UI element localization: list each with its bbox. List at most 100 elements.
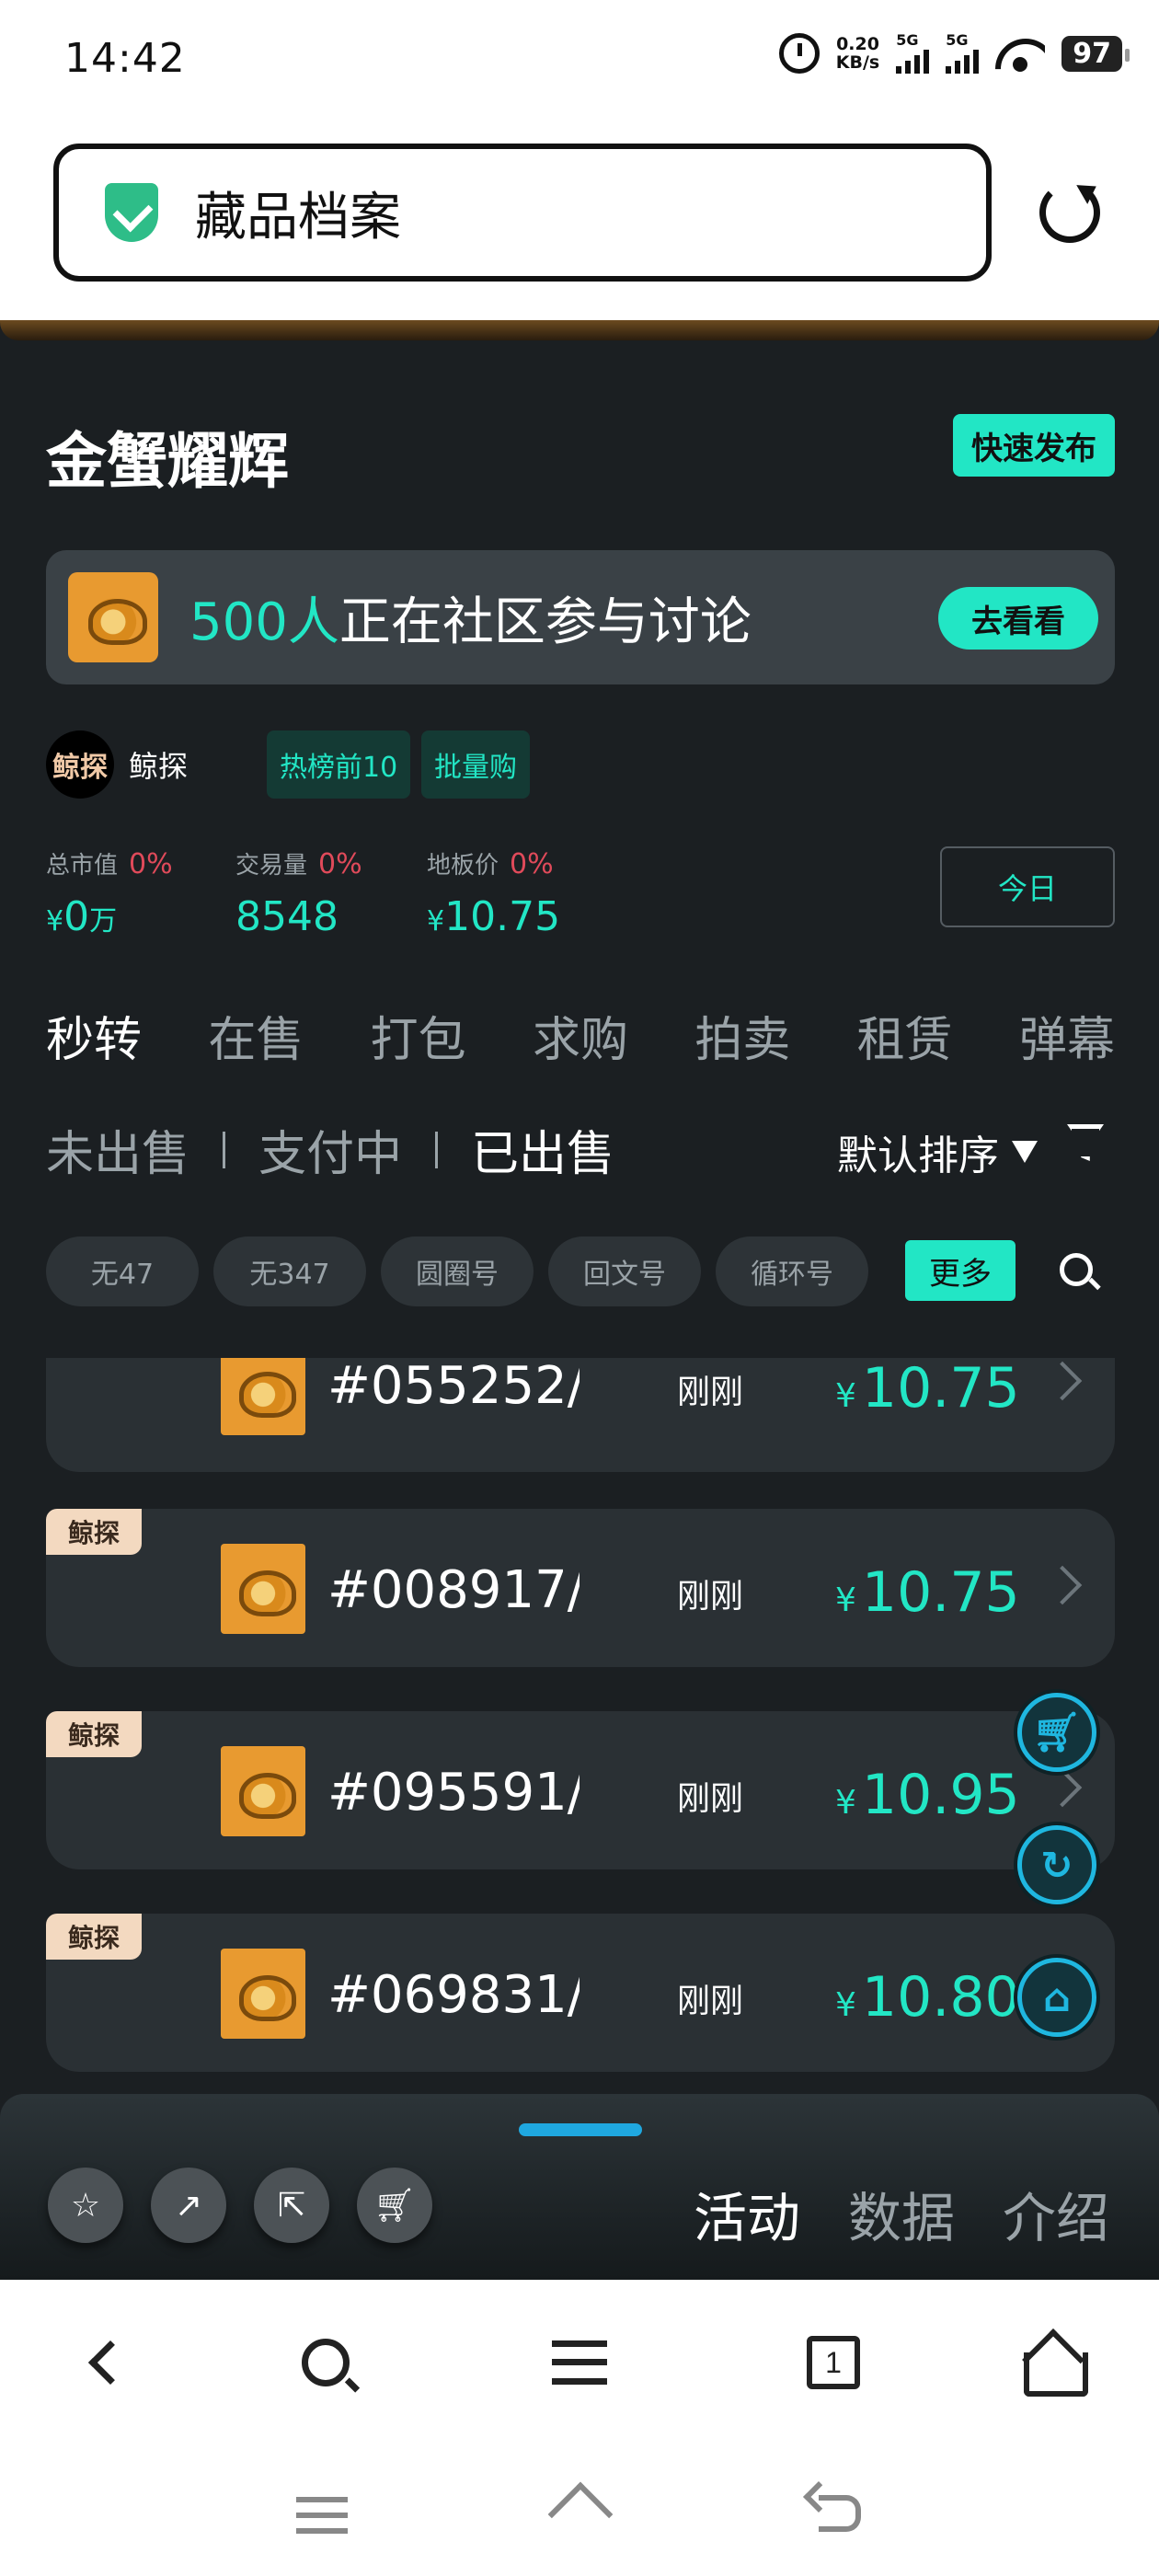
chevron-right-icon <box>1042 1565 1083 1605</box>
home-button[interactable] <box>1014 2326 1088 2399</box>
menu-button[interactable] <box>543 2326 616 2399</box>
stat-change: 0% <box>129 848 173 880</box>
item-thumbnail <box>221 1949 305 2039</box>
status-icons: 0.20 KB/s 5G 5G 97 <box>778 31 1130 74</box>
item-time: 刚刚 <box>677 1780 744 1818</box>
cart-button[interactable]: 🛒︎ <box>357 2168 432 2243</box>
tab-on-sale[interactable]: 在售 <box>208 1001 304 1070</box>
bottom-panel: ☆ ↗ ⇱ 🛒︎ 活动 数据 介绍 <box>0 2094 1159 2280</box>
list-item[interactable]: #055252/2000 刚刚 ¥10.75 <box>46 1358 1115 1472</box>
today-button[interactable]: 今日 <box>940 846 1115 927</box>
stat-volume: 交易量 0% 8548 <box>235 846 362 940</box>
triangle-down-icon <box>1012 1141 1038 1163</box>
item-thumbnail <box>221 1746 305 1836</box>
chip-palindrome[interactable]: 回文号 <box>548 1236 701 1306</box>
search-button[interactable] <box>289 2326 362 2399</box>
recent-apps-icon[interactable] <box>296 2497 348 2534</box>
banner-edge <box>0 320 1159 340</box>
filter-icon[interactable] <box>1067 1124 1104 1161</box>
net-speed-value: 0.20 <box>836 34 879 54</box>
address-bar[interactable]: 藏品档案 <box>53 144 992 282</box>
item-serial: #008917/2000 <box>327 1560 580 1620</box>
net-speed-unit: KB/s <box>835 52 880 73</box>
currency-symbol: ¥ <box>46 905 64 937</box>
share-icon: ⇱ <box>277 2186 306 2225</box>
search-icon[interactable] <box>1060 1253 1093 1286</box>
community-banner[interactable]: 500人正在社区参与讨论 去看看 <box>46 550 1115 684</box>
floating-cart-button[interactable]: 🛒︎ <box>1017 1693 1096 1772</box>
stat-change: 0% <box>318 848 362 880</box>
main-tabs: 秒转 在售 打包 求购 拍卖 租赁 弹幕 <box>46 1001 1115 1070</box>
reload-icon[interactable] <box>1039 182 1100 243</box>
divider <box>435 1131 439 1168</box>
stat-floor-price: 地板价 0% ¥10.75 <box>427 846 560 940</box>
stat-unit: 万 <box>89 905 118 937</box>
currency-symbol: ¥ <box>835 1581 856 1619</box>
creator-info[interactable]: 鲸探 鲸探 <box>46 730 188 799</box>
list-item[interactable]: 鲸探 #008917/2000 刚刚 ¥10.75 <box>46 1509 1115 1667</box>
avatar: 鲸探 <box>46 730 114 799</box>
chip-no47[interactable]: 无47 <box>46 1236 199 1306</box>
floating-home-button[interactable]: ⌂ <box>1017 1958 1096 2037</box>
item-serial: #095591/2000 <box>327 1763 580 1823</box>
subtab-paying[interactable]: 支付中 <box>258 1115 402 1184</box>
currency-symbol: ¥ <box>835 1377 856 1415</box>
chart-button[interactable]: ↗ <box>151 2168 226 2243</box>
more-button[interactable]: 更多 <box>905 1240 1016 1301</box>
item-price: ¥10.75 <box>835 1560 1020 1625</box>
item-serial: #069831/2000 <box>327 1965 580 2025</box>
chevron-right-icon <box>1042 1361 1083 1401</box>
chip-circle-number[interactable]: 圆圈号 <box>381 1236 534 1306</box>
community-suffix: 正在社区参与讨论 <box>339 592 752 652</box>
share-button[interactable]: ⇱ <box>254 2168 329 2243</box>
sort-dropdown[interactable]: 默认排序 <box>837 1122 1038 1181</box>
subtab-sold[interactable]: 已出售 <box>471 1115 614 1184</box>
collection-title: 金蟹耀辉 <box>46 426 289 497</box>
cart-icon: 🛒︎ <box>1032 1709 1082 1754</box>
back-button[interactable] <box>74 2326 147 2399</box>
system-home-icon[interactable] <box>548 2484 613 2539</box>
stat-value: 8548 <box>235 893 339 940</box>
tab-bundle[interactable]: 打包 <box>371 1001 466 1070</box>
tab-wanted[interactable]: 求购 <box>533 1001 628 1070</box>
drag-handle[interactable] <box>519 2123 642 2136</box>
tag-hot-top10[interactable]: 热榜前10 <box>267 730 411 799</box>
stat-change: 0% <box>510 848 554 880</box>
sub-tabs: 未出售 支付中 已出售 <box>46 1115 614 1184</box>
floating-refresh-button[interactable]: ↻ <box>1017 1825 1096 1904</box>
tab-activity[interactable]: 活动 <box>694 2175 800 2252</box>
favorite-button[interactable]: ☆ <box>48 2168 123 2243</box>
tab-danmaku[interactable]: 弹幕 <box>1019 1001 1115 1070</box>
quick-publish-button[interactable]: 快速发布 <box>953 414 1115 477</box>
item-time: 刚刚 <box>677 1578 744 1616</box>
list-item[interactable]: 鲸探 #095591/2000 刚刚 ¥10.95 <box>46 1711 1115 1869</box>
tab-intro[interactable]: 介绍 <box>1003 2175 1109 2252</box>
star-icon: ☆ <box>70 2186 101 2225</box>
tag-bulk-buy[interactable]: 批量购 <box>421 730 530 799</box>
signal-icon: 5G <box>946 31 980 74</box>
collection-thumbnail <box>68 572 158 662</box>
tab-quick-transfer[interactable]: 秒转 <box>46 1001 142 1070</box>
subtab-unsold[interactable]: 未出售 <box>46 1115 189 1184</box>
list-item[interactable]: 鲸探 #069831/2000 刚刚 ¥10.80 <box>46 1914 1115 2072</box>
price-value: 10.80 <box>861 1965 1020 2030</box>
chip-no347[interactable]: 无347 <box>213 1236 366 1306</box>
browser-toolbar: 藏品档案 <box>0 127 1159 320</box>
platform-badge: 鲸探 <box>46 1711 142 1757</box>
shield-check-icon <box>105 183 158 242</box>
price-value: 10.75 <box>861 1560 1020 1625</box>
stat-label: 总市值 <box>46 852 119 880</box>
tab-rent[interactable]: 租赁 <box>857 1001 953 1070</box>
tabs-button[interactable]: 1 <box>797 2326 870 2399</box>
system-back-icon[interactable] <box>819 2495 861 2532</box>
status-bar: 14:42 0.20 KB/s 5G 5G 97 <box>0 0 1159 127</box>
item-thumbnail <box>221 1544 305 1634</box>
platform-badge: 鲸探 <box>46 1509 142 1555</box>
tab-auction[interactable]: 拍卖 <box>694 1001 790 1070</box>
chip-loop-number[interactable]: 循环号 <box>716 1236 868 1306</box>
tab-data[interactable]: 数据 <box>848 2175 955 2252</box>
signal-label: 5G <box>946 31 969 49</box>
stat-label: 地板价 <box>427 852 499 880</box>
item-serial: #055252/2000 <box>327 1358 580 1416</box>
go-see-button[interactable]: 去看看 <box>938 587 1098 650</box>
